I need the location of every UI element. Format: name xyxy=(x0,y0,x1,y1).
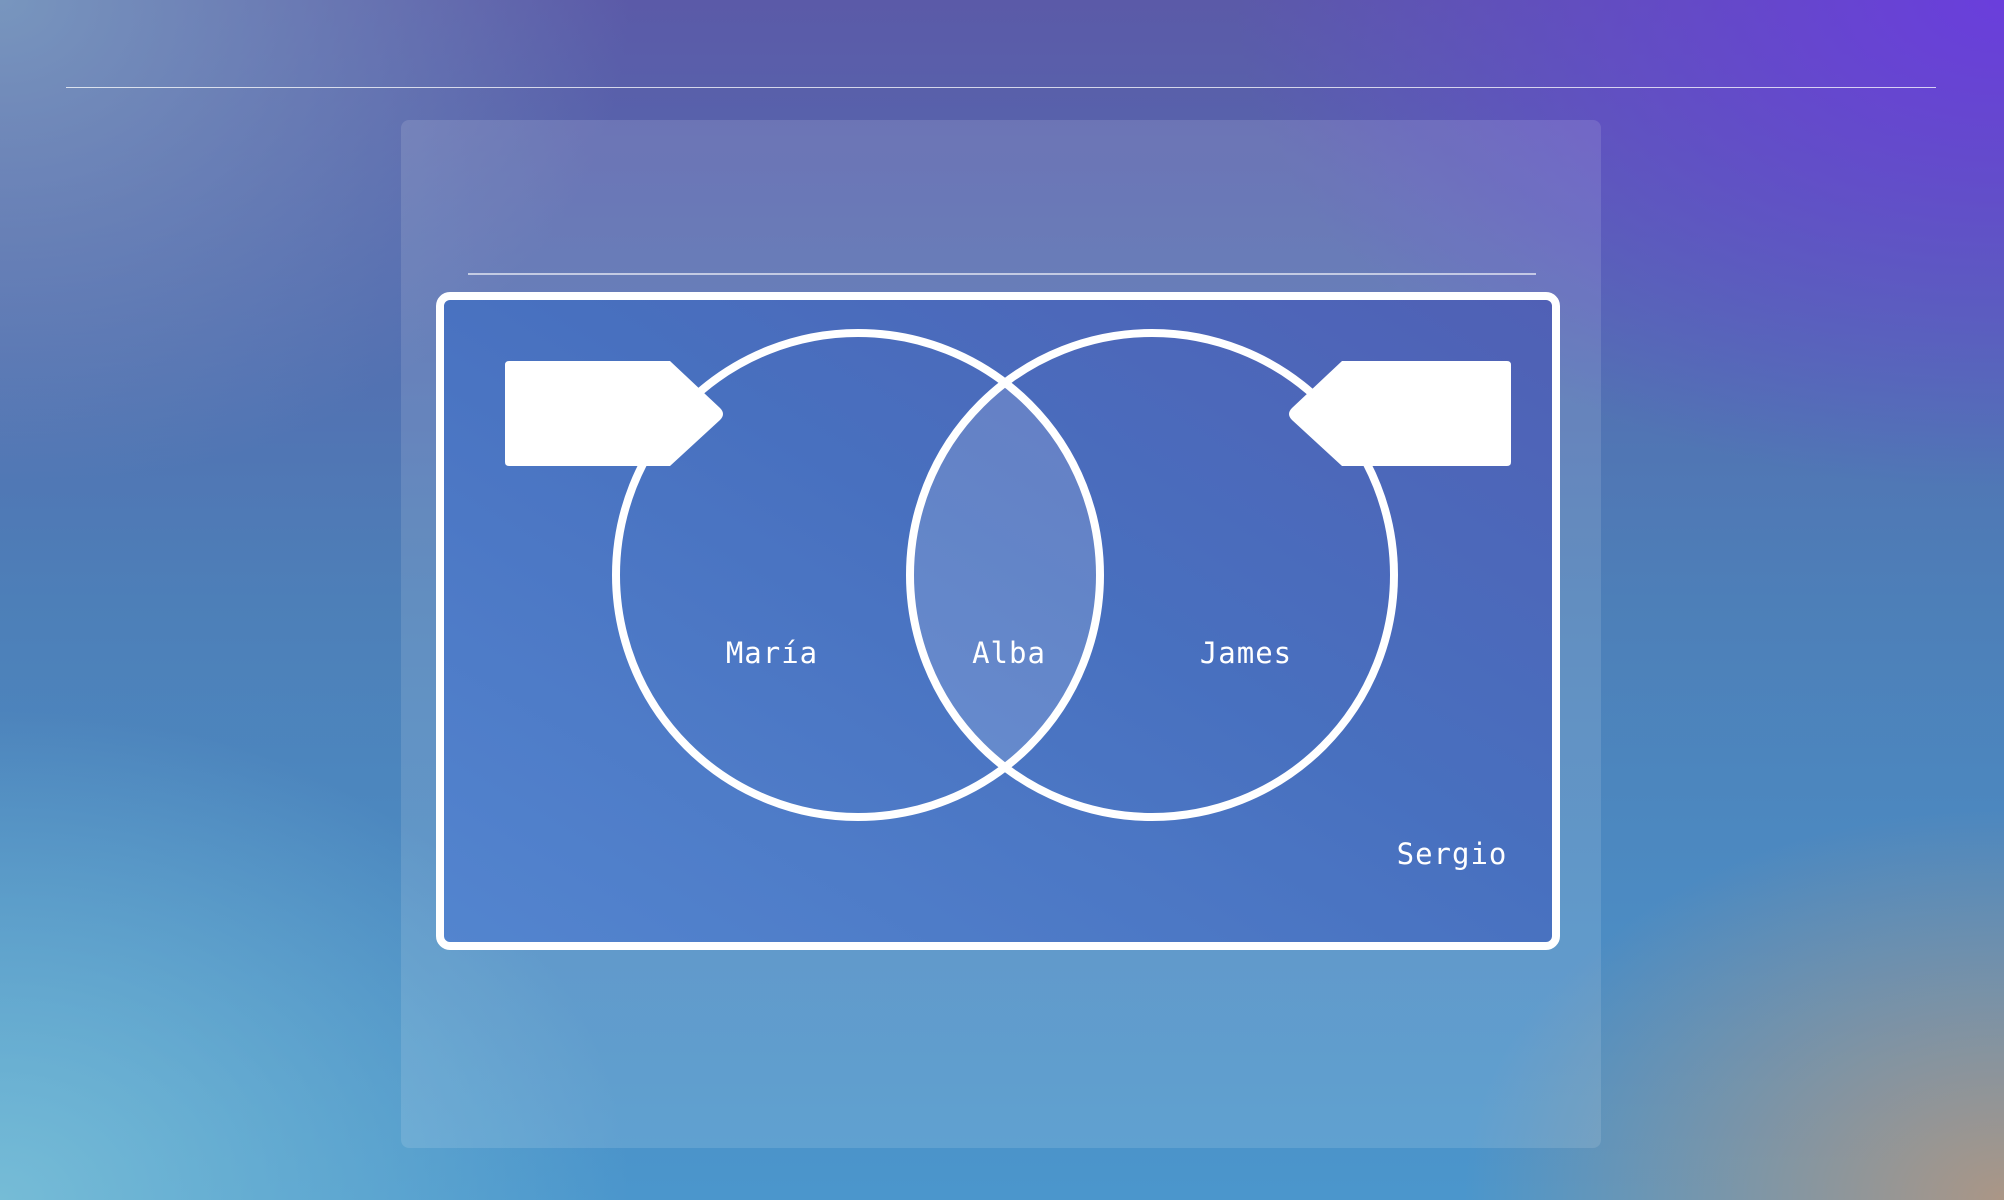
outside-label: Sergio xyxy=(1397,837,1508,871)
left-only-label: María xyxy=(726,636,818,670)
right-only-label: James xyxy=(1200,636,1292,670)
intersection-label: Alba xyxy=(972,636,1046,670)
venn-diagram: María Alba James Sergio xyxy=(436,273,1560,950)
